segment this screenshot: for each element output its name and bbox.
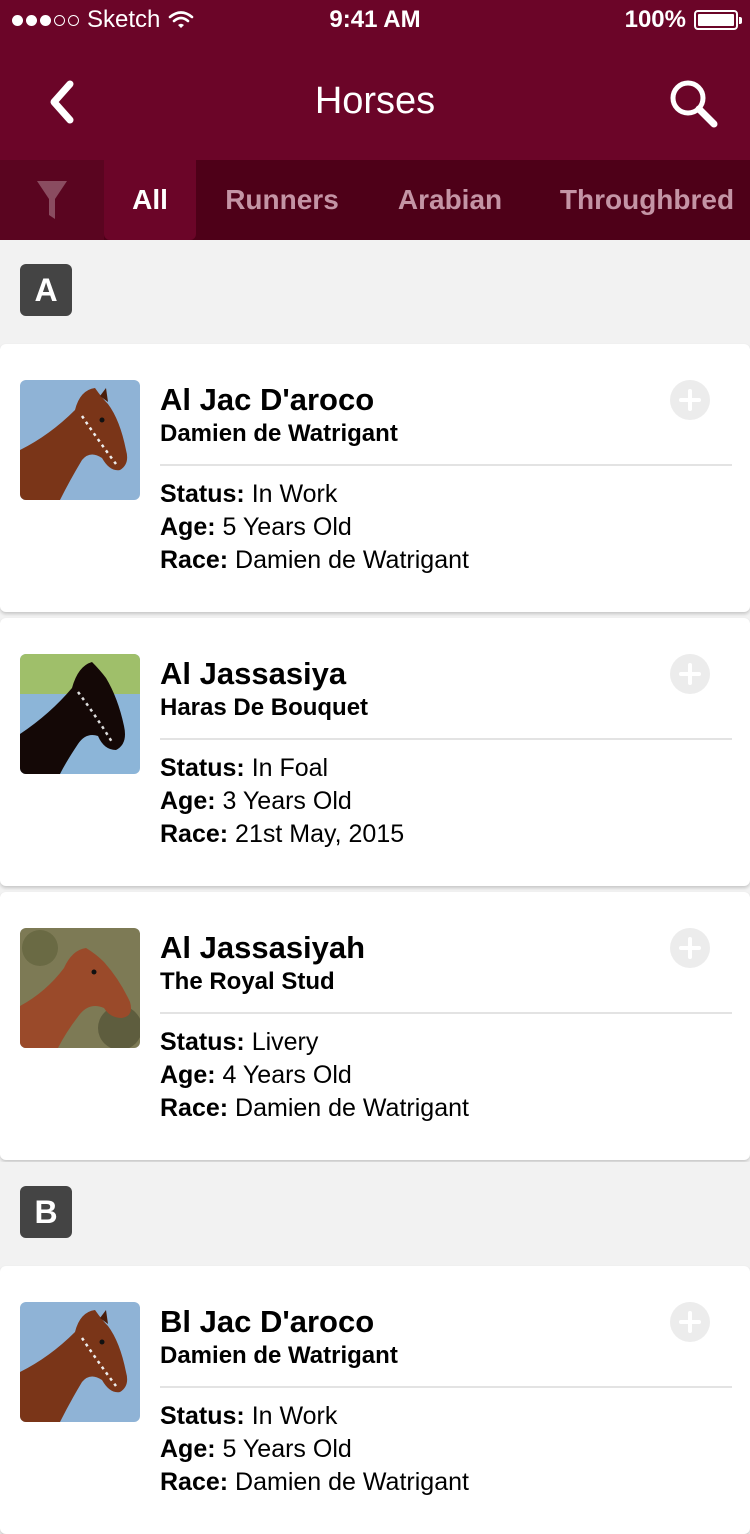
horse-photo — [20, 928, 140, 1048]
add-button[interactable] — [670, 380, 710, 420]
horse-owner: Haras De Bouquet — [160, 694, 369, 721]
divider — [160, 1012, 732, 1014]
filter-icon — [37, 181, 67, 219]
age-label: Age: — [160, 1061, 216, 1089]
filter-tabbar: All Runners Arabian Throughbred — [0, 160, 750, 240]
horse-card[interactable]: Al Jassasiya Haras De Bouquet Status: In… — [0, 618, 750, 886]
tab-runners[interactable]: Runners — [212, 160, 352, 240]
status-label: Status: — [160, 480, 245, 508]
age-value: 5 Years Old — [222, 1435, 352, 1463]
age-label: Age: — [160, 1435, 216, 1463]
horse-photo — [20, 654, 140, 774]
tab-throughbred[interactable]: Throughbred — [552, 160, 742, 240]
horse-photo — [20, 1302, 140, 1422]
status-label: Status: — [160, 1028, 245, 1056]
status-label: Status: — [160, 1402, 245, 1430]
horse-details: Status: In Work Age: 5 Years Old Race: D… — [160, 1400, 469, 1499]
page-title: Horses — [314, 80, 436, 122]
filter-button[interactable] — [0, 160, 104, 240]
horse-details: Status: In Foal Age: 3 Years Old Race: 2… — [160, 752, 404, 851]
add-button[interactable] — [670, 654, 710, 694]
age-label: Age: — [160, 513, 216, 541]
status-value: Livery — [251, 1028, 319, 1056]
section-letter-badge: A — [20, 264, 72, 316]
tab-arabian[interactable]: Arabian — [384, 160, 516, 240]
status-label: Status: — [160, 754, 245, 782]
horse-name: Al Jac D'aroco — [160, 382, 375, 417]
race-value: Damien de Watrigant — [235, 1094, 469, 1122]
status-bar: Sketch 9:41 AM 100% — [0, 0, 750, 40]
divider — [160, 738, 732, 740]
race-label: Race: — [160, 820, 229, 848]
add-button[interactable] — [670, 928, 710, 968]
section-header-a: A — [0, 240, 750, 340]
divider — [160, 1386, 732, 1388]
race-label: Race: — [160, 1468, 229, 1496]
horse-details: Status: Livery Age: 4 Years Old Race: Da… — [160, 1026, 469, 1125]
horse-owner: Damien de Watrigant — [160, 1342, 398, 1369]
horse-name: Al Jassasiyah — [160, 930, 366, 965]
status-value: In Work — [251, 480, 338, 508]
app-header: Sketch 9:41 AM 100% Horses — [0, 0, 750, 160]
race-label: Race: — [160, 1094, 229, 1122]
battery-percent: 100% — [624, 6, 686, 33]
race-value: Damien de Watrigant — [235, 546, 469, 574]
race-label: Race: — [160, 546, 229, 574]
race-value: Damien de Watrigant — [235, 1468, 469, 1496]
divider — [160, 464, 732, 466]
search-button[interactable] — [666, 76, 722, 132]
age-value: 4 Years Old — [222, 1061, 352, 1089]
status-value: In Foal — [251, 754, 329, 782]
horse-owner: Damien de Watrigant — [160, 420, 398, 447]
horse-name: Bl Jac D'aroco — [160, 1304, 375, 1339]
status-value: In Work — [251, 1402, 338, 1430]
add-button[interactable] — [670, 1302, 710, 1342]
race-value: 21st May, 2015 — [235, 820, 405, 848]
tab-all[interactable]: All — [104, 160, 196, 240]
search-icon — [670, 80, 718, 128]
horse-photo — [20, 380, 140, 500]
horse-name: Al Jassasiya — [160, 656, 347, 691]
horse-card[interactable]: Al Jac D'aroco Damien de Watrigant Statu… — [0, 344, 750, 612]
horse-owner: The Royal Stud — [160, 968, 335, 995]
section-letter-badge: B — [20, 1186, 72, 1238]
horse-card[interactable]: Al Jassasiyah The Royal Stud Status: Liv… — [0, 892, 750, 1160]
age-value: 3 Years Old — [222, 787, 352, 815]
section-header-b: B — [0, 1162, 750, 1262]
age-value: 5 Years Old — [222, 513, 352, 541]
battery-icon — [694, 10, 742, 30]
horse-details: Status: In Work Age: 5 Years Old Race: D… — [160, 478, 469, 577]
horse-card[interactable]: Bl Jac D'aroco Damien de Watrigant Statu… — [0, 1266, 750, 1534]
age-label: Age: — [160, 787, 216, 815]
